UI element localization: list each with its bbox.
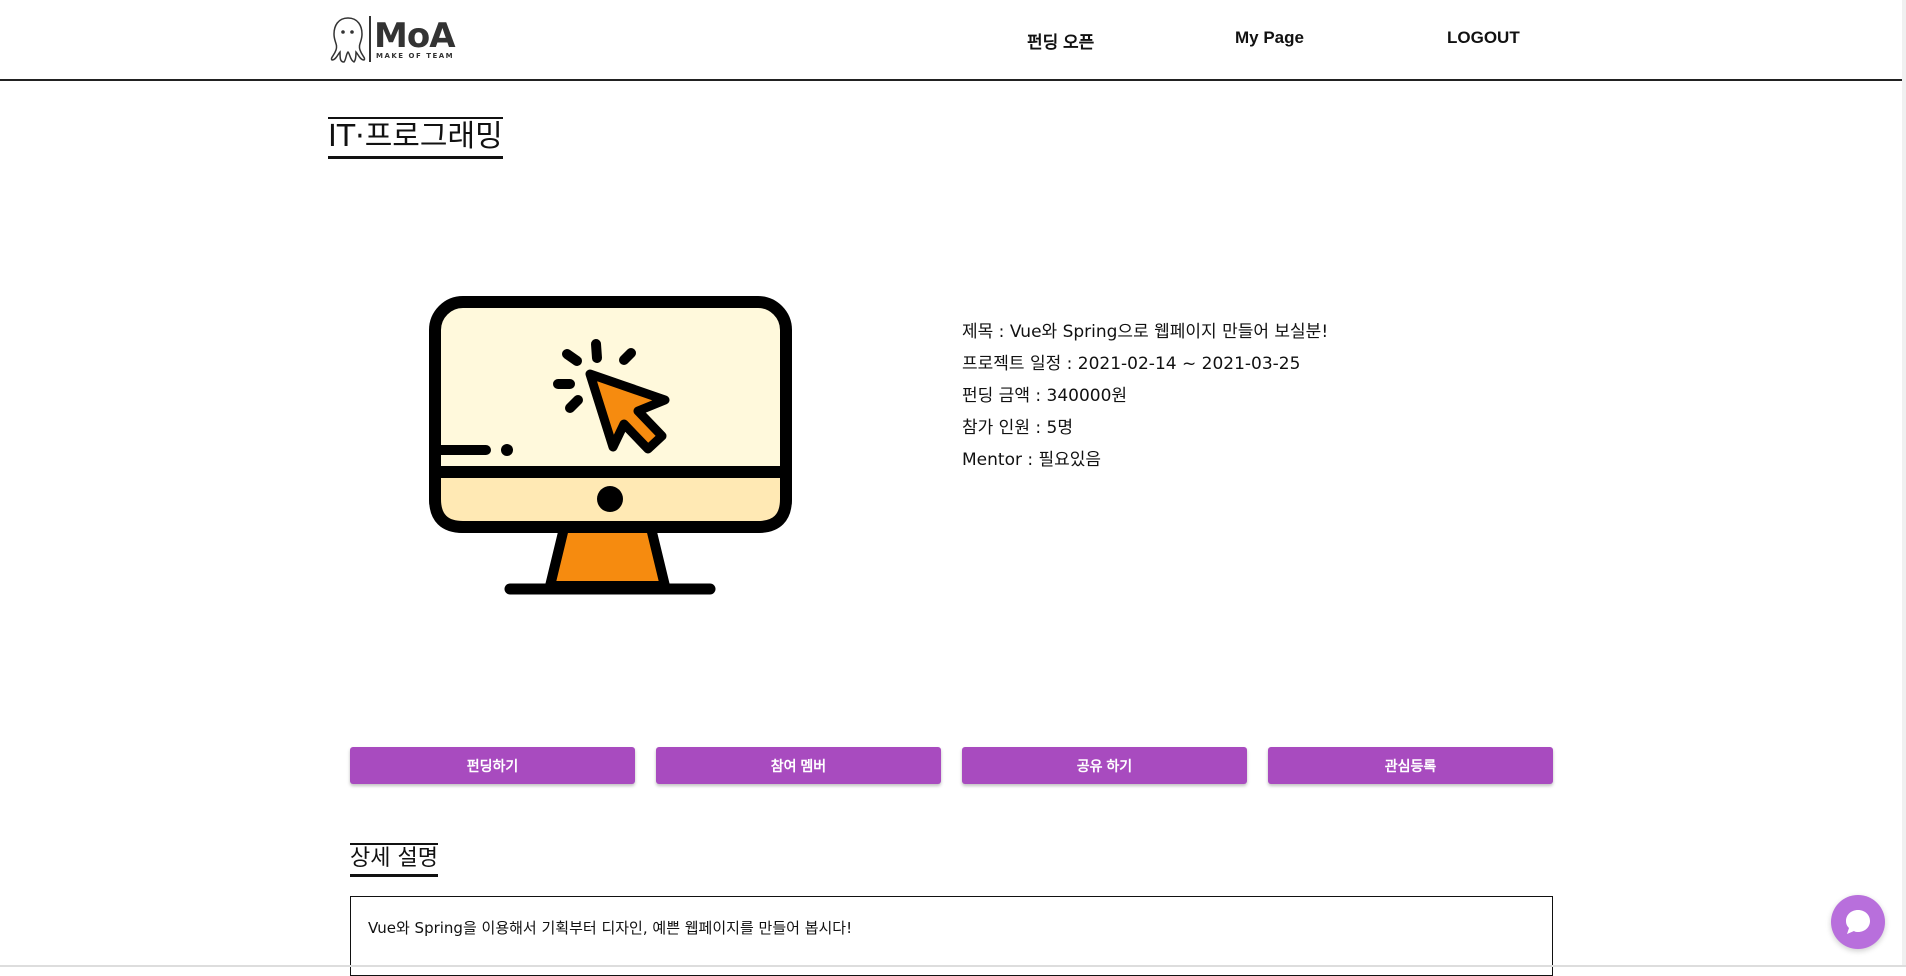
- detail-text: Vue와 Spring을 이용해서 기획부터 디자인, 예쁜 웹페이지를 만들어…: [368, 919, 853, 937]
- computer-monitor-click-icon: [429, 296, 792, 595]
- nav-funding-open[interactable]: 펀딩 오픈: [1027, 28, 1094, 53]
- logo-subtext: MAKE OF TEAM: [376, 52, 455, 60]
- detail-title: 상세 설명: [350, 843, 438, 877]
- project-mentor: Mentor : 필요있음: [962, 450, 1102, 470]
- nav-my-page[interactable]: My Page: [1235, 28, 1304, 48]
- project-amount: 펀딩 금액 : 340000원: [962, 386, 1128, 406]
- project-title: 제목 : Vue와 Spring으로 웹페이지 만들어 보실분!: [962, 322, 1329, 342]
- nav-logout[interactable]: LOGOUT: [1447, 28, 1520, 48]
- logo-divider: [369, 16, 371, 62]
- project-image: [425, 296, 795, 596]
- chat-button[interactable]: [1831, 895, 1885, 949]
- project-schedule: 프로젝트 일정 : 2021-02-14 ~ 2021-03-25: [962, 354, 1301, 374]
- favorite-button[interactable]: 관심등록: [1268, 747, 1553, 784]
- scrollbar[interactable]: [1902, 0, 1906, 967]
- header: MoA MAKE OF TEAM 펀딩 오픈 My Page LOGOUT: [0, 0, 1906, 81]
- detail-description: Vue와 Spring을 이용해서 기획부터 디자인, 예쁜 웹페이지를 만들어…: [350, 896, 1553, 976]
- ghost-octopus-icon: [330, 17, 366, 63]
- fund-button[interactable]: 펀딩하기: [350, 747, 635, 784]
- share-button[interactable]: 공유 하기: [962, 747, 1247, 784]
- category-title: IT·프로그래밍: [328, 117, 503, 159]
- project-members: 참가 인원 : 5명: [962, 418, 1073, 438]
- logo-text: MoA: [374, 16, 456, 56]
- chat-bubble-icon: [1846, 910, 1870, 934]
- logo[interactable]: MoA MAKE OF TEAM: [328, 14, 458, 66]
- members-button[interactable]: 참여 멤버: [656, 747, 941, 784]
- project-info: 제목 : Vue와 Spring으로 웹페이지 만들어 보실분! 프로젝트 일정…: [962, 316, 1328, 476]
